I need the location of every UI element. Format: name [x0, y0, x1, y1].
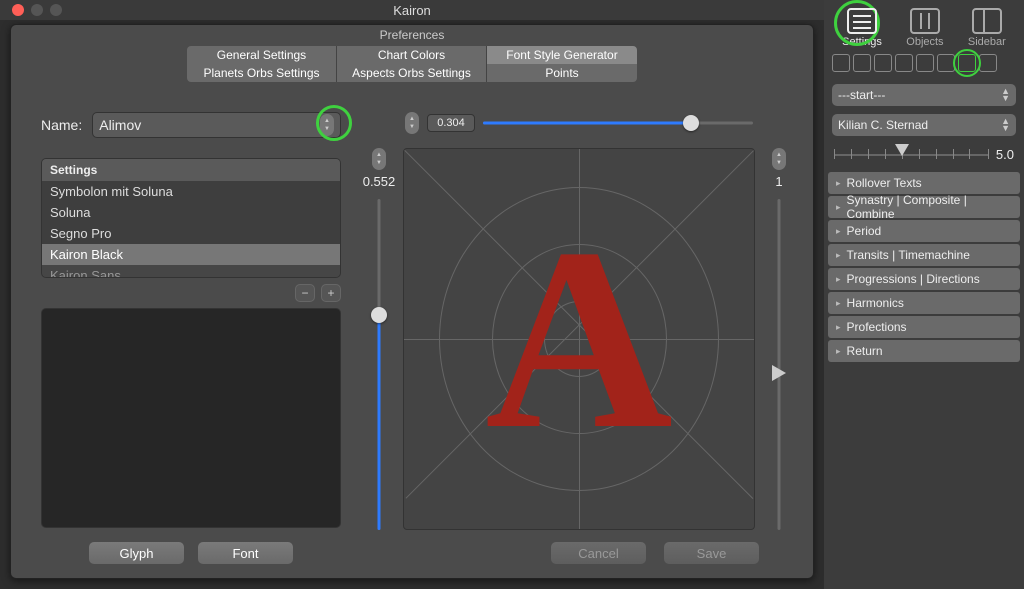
- preferences-window: Preferences General Settings Chart Color…: [10, 24, 814, 579]
- horiz-value: 0.304: [427, 114, 475, 132]
- view-icon-6[interactable]: [937, 54, 955, 72]
- prefs-header: Preferences: [11, 25, 813, 46]
- tick-slider[interactable]: [834, 146, 988, 162]
- horizontal-slider[interactable]: [483, 113, 753, 133]
- tab-planets-orbs[interactable]: Planets Orbs Settings: [187, 64, 337, 82]
- sidebar-icon: [972, 8, 1002, 34]
- acc-synastry[interactable]: Synastry | Composite | Combine: [828, 196, 1020, 218]
- sidebar-tab-label: Objects: [906, 36, 943, 48]
- person-select[interactable]: Kilian C. Sternad ▲▼: [832, 114, 1016, 136]
- tab-general[interactable]: General Settings: [187, 46, 337, 64]
- name-field[interactable]: [92, 112, 341, 138]
- sidebar-tab-settings[interactable]: Settings: [842, 8, 882, 48]
- acc-return[interactable]: Return: [828, 340, 1020, 362]
- start-select[interactable]: ---start--- ▲▼: [832, 84, 1016, 106]
- chevron-updown-icon: ▲▼: [1001, 118, 1010, 132]
- tab-points[interactable]: Points: [487, 64, 637, 82]
- sidebar-tab-objects[interactable]: Objects: [906, 8, 943, 48]
- title-bar: Kairon: [0, 0, 824, 20]
- glyph-letter: A: [485, 209, 673, 469]
- view-icon-4[interactable]: [895, 54, 913, 72]
- name-label: Name:: [41, 117, 82, 133]
- minimize-icon[interactable]: [31, 4, 43, 16]
- settings-list: Settings Symbolon mit Soluna Soluna Segn…: [41, 158, 341, 278]
- tick-knob[interactable]: [895, 144, 909, 156]
- slider-knob[interactable]: [371, 307, 387, 323]
- prefs-tabs: General Settings Chart Colors Font Style…: [11, 46, 813, 82]
- view-icon-3[interactable]: [874, 54, 892, 72]
- accordion: Rollover Texts Synastry | Composite | Co…: [824, 172, 1024, 362]
- right-value: 1: [775, 174, 782, 189]
- chevron-updown-icon: ▲▼: [1001, 88, 1010, 102]
- acc-harmonics[interactable]: Harmonics: [828, 292, 1020, 314]
- sidebar-tab-label: Settings: [842, 36, 882, 48]
- name-stepper[interactable]: [320, 114, 334, 136]
- sidebar-tab-label: Sidebar: [968, 36, 1006, 48]
- settings-item[interactable]: Segno Pro: [42, 223, 340, 244]
- add-setting-button[interactable]: +: [321, 284, 341, 302]
- font-button[interactable]: Font: [198, 542, 293, 564]
- close-icon[interactable]: [12, 4, 24, 16]
- settings-list-header: Settings: [42, 159, 340, 181]
- sidebar-tab-sidebar[interactable]: Sidebar: [968, 8, 1006, 48]
- start-select-value: ---start---: [838, 88, 885, 102]
- tab-chart-colors[interactable]: Chart Colors: [337, 46, 487, 64]
- cancel-button[interactable]: Cancel: [551, 542, 646, 564]
- zoom-icon[interactable]: [50, 4, 62, 16]
- settings-item-selected[interactable]: Kairon Black: [42, 244, 340, 265]
- left-stepper[interactable]: [372, 148, 386, 170]
- view-icon-8[interactable]: [979, 54, 997, 72]
- settings-item[interactable]: Soluna: [42, 202, 340, 223]
- horiz-stepper[interactable]: [405, 112, 419, 134]
- settings-item[interactable]: Kairon Sans: [42, 265, 340, 278]
- name-input[interactable]: [99, 117, 320, 133]
- save-button[interactable]: Save: [664, 542, 759, 564]
- view-icon-1[interactable]: [832, 54, 850, 72]
- window-title: Kairon: [393, 3, 431, 18]
- acc-period[interactable]: Period: [828, 220, 1020, 242]
- acc-rollover-texts[interactable]: Rollover Texts: [828, 172, 1020, 194]
- preview-box: [41, 308, 341, 528]
- glyph-canvas: A: [403, 148, 755, 530]
- right-stepper[interactable]: [772, 148, 786, 170]
- left-vertical-slider[interactable]: [367, 199, 391, 530]
- tab-aspects-orbs[interactable]: Aspects Orbs Settings: [337, 64, 487, 82]
- tab-font-style-generator[interactable]: Font Style Generator: [487, 46, 637, 64]
- acc-profections[interactable]: Profections: [828, 316, 1020, 338]
- settings-item[interactable]: Symbolon mit Soluna: [42, 181, 340, 202]
- right-sidebar: Settings Objects Sidebar ---sta: [824, 0, 1024, 589]
- view-icon-2[interactable]: [853, 54, 871, 72]
- left-value: 0.552: [363, 174, 396, 189]
- view-icon-5[interactable]: [916, 54, 934, 72]
- acc-transits[interactable]: Transits | Timemachine: [828, 244, 1020, 266]
- right-vertical-slider[interactable]: [767, 199, 791, 530]
- pointer-knob[interactable]: [772, 365, 786, 381]
- view-icon-7-selected[interactable]: [958, 54, 976, 72]
- settings-icon: [847, 8, 877, 34]
- person-select-value: Kilian C. Sternad: [838, 118, 928, 132]
- remove-setting-button[interactable]: −: [295, 284, 315, 302]
- view-mode-icons: [824, 50, 1024, 80]
- slider-knob[interactable]: [683, 115, 699, 131]
- tick-value: 5.0: [996, 147, 1014, 162]
- glyph-button[interactable]: Glyph: [89, 542, 184, 564]
- objects-icon: [910, 8, 940, 34]
- acc-progressions[interactable]: Progressions | Directions: [828, 268, 1020, 290]
